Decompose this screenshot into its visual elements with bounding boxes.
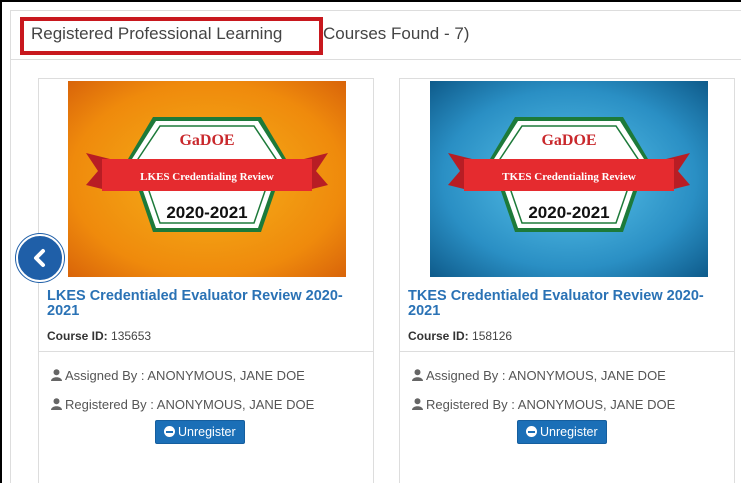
registered-by: Registered By : ANONYMOUS, JANE DOE	[412, 397, 675, 412]
registered-by-text: Registered By : ANONYMOUS, JANE DOE	[426, 397, 676, 412]
carousel-prev-button[interactable]	[16, 234, 64, 282]
assigned-by: Assigned By : ANONYMOUS, JANE DOE	[51, 368, 305, 383]
chevron-left-icon	[34, 249, 45, 267]
registered-by: Registered By : ANONYMOUS, JANE DOE	[51, 397, 314, 412]
assigned-by-text: Assigned By : ANONYMOUS, JANE DOE	[426, 368, 666, 383]
badge-ribbon-text: LKES Credentialing Review	[140, 171, 274, 183]
card-divider	[400, 351, 734, 352]
badge-ribbon-text: TKES Credentialing Review	[502, 171, 636, 183]
course-title-link[interactable]: TKES Credentialed Evaluator Review 2020-…	[408, 289, 728, 319]
course-title-link[interactable]: LKES Credentialed Evaluator Review 2020-…	[47, 289, 367, 319]
courses-count: Courses Found - 7)	[323, 24, 470, 43]
course-card: GaDOE TKES Credentialing Review 2020-202…	[399, 78, 735, 483]
course-id: Course ID: 135653	[47, 329, 151, 343]
badge-year: 2020-2021	[166, 203, 247, 222]
course-thumbnail[interactable]: GaDOE TKES Credentialing Review 2020-202…	[430, 81, 708, 277]
course-id-label: Course ID:	[47, 329, 108, 343]
page-title: Registered Professional Learning	[31, 24, 283, 43]
badge-logo: GaDOE	[541, 132, 596, 149]
course-id: Course ID: 158126	[408, 329, 512, 343]
unregister-button[interactable]: Unregister	[155, 420, 245, 444]
user-icon	[51, 369, 62, 381]
course-id-value: 135653	[111, 329, 152, 343]
course-thumbnail[interactable]: GaDOE LKES Credentialing Review 2020-202…	[68, 81, 346, 277]
badge-logo: GaDOE	[179, 132, 234, 149]
user-icon	[51, 398, 62, 410]
course-id-value: 158126	[472, 329, 513, 343]
user-icon	[412, 398, 423, 410]
assigned-by: Assigned By : ANONYMOUS, JANE DOE	[412, 368, 666, 383]
minus-circle-icon	[164, 426, 175, 437]
unregister-button[interactable]: Unregister	[517, 420, 607, 444]
user-icon	[412, 369, 423, 381]
assigned-by-text: Assigned By : ANONYMOUS, JANE DOE	[65, 368, 305, 383]
minus-circle-icon	[526, 426, 537, 437]
unregister-label: Unregister	[540, 425, 598, 439]
course-id-label: Course ID:	[408, 329, 469, 343]
badge-year: 2020-2021	[528, 203, 609, 222]
card-divider	[39, 351, 373, 352]
unregister-label: Unregister	[178, 425, 236, 439]
registered-by-text: Registered By : ANONYMOUS, JANE DOE	[65, 397, 315, 412]
course-card: GaDOE LKES Credentialing Review 2020-202…	[38, 78, 374, 483]
